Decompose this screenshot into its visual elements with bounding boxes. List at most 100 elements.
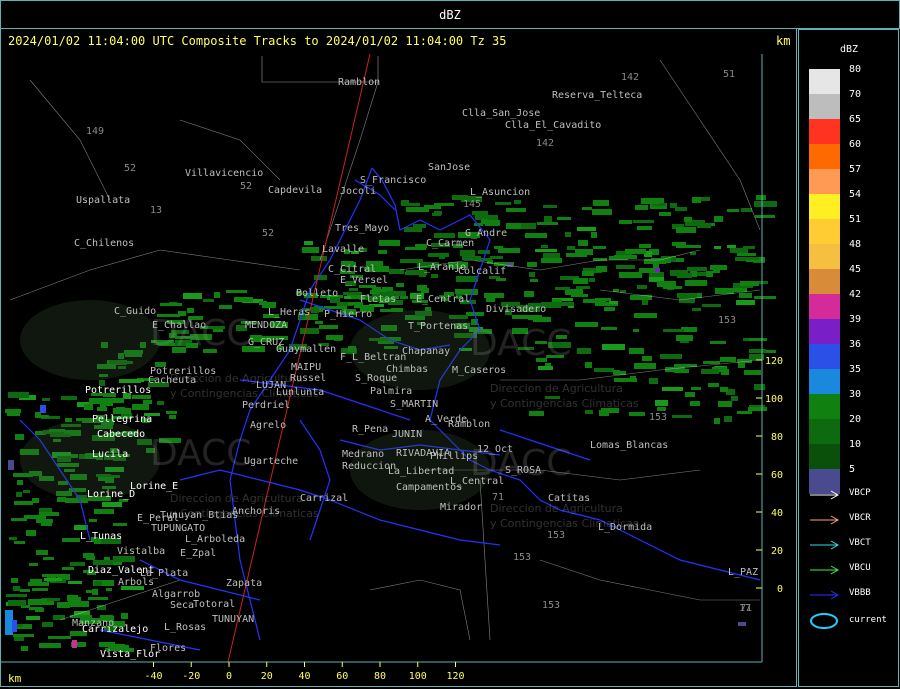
echo-cell xyxy=(533,317,551,322)
echo-cell xyxy=(715,288,734,294)
echo-cell xyxy=(525,233,547,238)
place-label: Tres_Mayo xyxy=(335,223,389,234)
echo-cell xyxy=(57,602,70,608)
echo-cell xyxy=(349,288,358,291)
legend-swatch xyxy=(809,369,840,394)
echo-cell xyxy=(121,613,128,619)
legend-value-label: 20 xyxy=(849,414,862,425)
echo-cell xyxy=(749,338,767,341)
echo-cell xyxy=(97,407,107,411)
echo-cell xyxy=(36,550,48,555)
echo-cell xyxy=(740,281,759,286)
echo-cell xyxy=(703,361,720,364)
echo-cell xyxy=(396,283,404,287)
echo-cell xyxy=(401,200,409,206)
echo-cell xyxy=(630,295,652,300)
elevation-label: 17 xyxy=(739,603,751,614)
echo-cell xyxy=(697,223,711,228)
echo-cell xyxy=(720,357,736,362)
echo-cell xyxy=(727,245,736,248)
echo-cell xyxy=(535,249,557,252)
echo-cell xyxy=(494,246,503,249)
echo-cell xyxy=(670,203,677,208)
elevation-label: 153 xyxy=(513,552,531,563)
x-tick-label: -20 xyxy=(182,671,200,682)
legend-value-label: 45 xyxy=(849,264,862,275)
place-label: Chapanay xyxy=(402,346,450,357)
y-tick-label: 80 xyxy=(771,432,783,443)
watermark-brand: DACC xyxy=(470,323,571,364)
legend-value-label: 65 xyxy=(849,114,862,125)
place-label: La_Libertad xyxy=(388,466,454,477)
arrow-icon xyxy=(810,515,840,525)
echo-cell xyxy=(460,250,475,256)
echo-cell xyxy=(32,498,39,503)
echo-cell xyxy=(72,640,77,648)
elevation-label: 52 xyxy=(240,181,252,192)
echo-cell xyxy=(405,247,426,250)
echo-cell xyxy=(529,411,544,416)
echo-cell xyxy=(576,286,590,289)
echo-cell xyxy=(326,335,343,340)
echo-cell xyxy=(577,227,596,231)
legend-swatch xyxy=(809,244,840,269)
place-label: Villavicencio xyxy=(185,168,263,179)
echo-cell xyxy=(659,212,671,216)
place-label: Fletas xyxy=(360,294,396,305)
echo-cell xyxy=(48,636,71,639)
echo-cell xyxy=(672,415,692,418)
region-border xyxy=(9,249,301,301)
header-row: 2024/01/02 11:04:00 UTC Composite Tracks… xyxy=(0,29,799,53)
echo-cell xyxy=(30,579,42,582)
place-label: Medrano xyxy=(342,449,384,460)
place-label: S_Roque xyxy=(355,373,397,384)
place-label: Totoral xyxy=(193,599,235,610)
echo-cell xyxy=(639,244,651,248)
place-label: Ugarteche xyxy=(244,456,298,467)
elevation-label: 52 xyxy=(124,163,136,174)
echo-cell xyxy=(496,278,506,281)
x-tick-label: 100 xyxy=(409,671,427,682)
echo-cell xyxy=(14,541,25,544)
echo-cell xyxy=(602,344,625,350)
place-label: Arbols xyxy=(118,577,154,588)
echo-cell xyxy=(9,537,17,540)
echo-cell xyxy=(589,278,595,282)
arrow-icon xyxy=(810,565,840,575)
echo-cell xyxy=(83,553,94,558)
echo-cell xyxy=(544,216,552,222)
place-label: S_MARTIN xyxy=(390,399,438,410)
km-y-axis-label: km xyxy=(776,34,791,48)
echo-cell xyxy=(591,232,597,238)
elevation-label: 153 xyxy=(718,315,736,326)
echo-cell xyxy=(39,643,61,648)
radar-map[interactable]: Potrerillos Pellegrina Cabecedo Lucila Lorin… xyxy=(0,54,797,687)
watermark-line1: Direccion de Agricultura xyxy=(170,492,303,505)
elevation-label: 149 xyxy=(86,126,104,137)
place-label: Colcalif xyxy=(458,266,506,277)
echo-cell xyxy=(730,248,748,253)
echo-cell xyxy=(485,220,500,226)
echo-cell xyxy=(685,392,695,397)
echo-cell xyxy=(13,634,34,637)
echo-cell xyxy=(15,434,24,440)
place-label: Reserva_Telteca xyxy=(552,90,642,101)
echo-cell xyxy=(11,578,18,583)
echo-cell xyxy=(29,563,38,566)
echo-cell xyxy=(53,615,65,620)
echo-cell xyxy=(604,307,615,311)
legend-track-vbbb: VBBB xyxy=(809,588,899,602)
legend-swatch xyxy=(809,219,840,244)
echo-cell xyxy=(23,490,30,493)
place-label: E_Central xyxy=(416,294,470,305)
place-label: TUNUYAN xyxy=(212,614,254,625)
echo-cell xyxy=(6,594,27,597)
echo-cell xyxy=(577,348,591,354)
window-title: dBZ xyxy=(439,7,461,22)
x-tick-label: 60 xyxy=(336,671,348,682)
echo-cell xyxy=(17,480,23,485)
legend-value-label: 60 xyxy=(849,139,862,150)
echo-cell xyxy=(20,589,30,592)
place-label: L_Arboleda xyxy=(185,534,245,545)
watermark-line1: Direccion de Agricultura xyxy=(170,372,303,385)
